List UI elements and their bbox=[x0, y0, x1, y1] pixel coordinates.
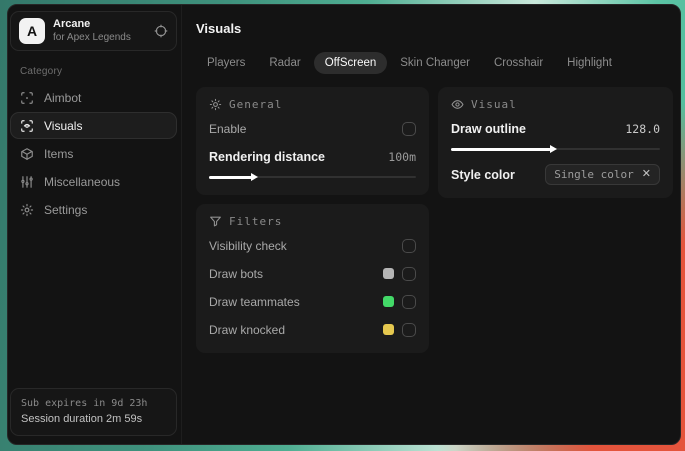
tab-players[interactable]: Players bbox=[196, 52, 256, 74]
draw-teammates-checkbox[interactable] bbox=[402, 294, 416, 309]
rendering-distance-label: Rendering distance bbox=[209, 149, 325, 164]
scan-dot-icon bbox=[20, 91, 34, 105]
filters-panel-title: Filters bbox=[229, 215, 283, 228]
draw-teammates-color-swatch[interactable] bbox=[383, 296, 394, 307]
scan-eye-icon bbox=[20, 119, 34, 133]
rendering-distance-value: 100m bbox=[388, 149, 416, 164]
app-window: A Arcane for Apex Legends Category Aimbo… bbox=[7, 4, 681, 445]
visibility-check-checkbox[interactable] bbox=[402, 238, 416, 253]
sidebar-item-label: Items bbox=[44, 146, 74, 161]
draw-bots-label: Draw bots bbox=[209, 266, 264, 281]
crosshair-target-icon[interactable] bbox=[154, 24, 168, 38]
sidebar-item-label: Visuals bbox=[44, 118, 83, 133]
tab-skin-changer[interactable]: Skin Changer bbox=[389, 52, 481, 74]
app-header-card: A Arcane for Apex Legends bbox=[10, 11, 177, 52]
sidebar-item-label: Miscellaneous bbox=[44, 174, 121, 189]
visibility-check-label: Visibility check bbox=[209, 238, 287, 253]
tab-offscreen[interactable]: OffScreen bbox=[313, 52, 388, 74]
tab-bar: Players Radar OffScreen Skin Changer Cro… bbox=[196, 52, 673, 74]
sidebar-item-label: Aimbot bbox=[44, 90, 82, 105]
sliders-icon bbox=[20, 175, 34, 189]
draw-bots-color-swatch[interactable] bbox=[383, 268, 394, 279]
general-panel: General Enable Rendering distance 100m bbox=[196, 87, 429, 195]
style-color-label: Style color bbox=[451, 167, 515, 182]
cube-icon bbox=[20, 147, 34, 161]
funnel-icon bbox=[209, 215, 222, 228]
sidebar-item-aimbot[interactable]: Aimbot bbox=[10, 84, 177, 111]
app-logo: A bbox=[19, 18, 45, 45]
draw-outline-value: 128.0 bbox=[625, 121, 660, 136]
filter-row: Draw knocked bbox=[209, 319, 416, 340]
session-duration-text: Session duration 2m 59s bbox=[21, 412, 143, 425]
app-name: Arcane bbox=[53, 18, 91, 30]
draw-teammates-label: Draw teammates bbox=[209, 294, 300, 309]
tab-highlight[interactable]: Highlight bbox=[556, 52, 623, 74]
slider-thumb[interactable] bbox=[451, 147, 552, 151]
slider-thumb[interactable] bbox=[209, 175, 253, 179]
category-label: Category bbox=[20, 66, 63, 78]
filter-row: Draw teammates bbox=[209, 291, 416, 312]
panels-grid: General Enable Rendering distance 100m F… bbox=[196, 87, 673, 353]
draw-outline-slider[interactable] bbox=[451, 144, 660, 154]
visual-panel: Visual Draw outline 128.0 Style color Si… bbox=[438, 87, 673, 198]
app-subtitle: for Apex Legends bbox=[53, 31, 131, 43]
style-color-select[interactable]: Single color ✕ bbox=[545, 164, 660, 185]
tab-crosshair[interactable]: Crosshair bbox=[483, 52, 554, 74]
sidebar-item-settings[interactable]: Settings bbox=[10, 196, 177, 223]
sidebar-item-items[interactable]: Items bbox=[10, 140, 177, 167]
enable-label: Enable bbox=[209, 121, 247, 136]
filter-row: Visibility check bbox=[209, 235, 416, 256]
subscription-info-card: Sub expires in 9d 23h Session duration 2… bbox=[10, 387, 177, 436]
draw-outline-label: Draw outline bbox=[451, 121, 527, 136]
main-content: Visuals Players Radar OffScreen Skin Cha… bbox=[181, 5, 680, 444]
draw-bots-checkbox[interactable] bbox=[402, 266, 416, 281]
sidebar-item-label: Settings bbox=[44, 202, 88, 217]
general-panel-title: General bbox=[229, 98, 283, 111]
visual-panel-title: Visual bbox=[471, 98, 517, 111]
tab-radar[interactable]: Radar bbox=[258, 52, 311, 74]
sidebar-item-miscellaneous[interactable]: Miscellaneous bbox=[10, 168, 177, 195]
enable-checkbox[interactable] bbox=[402, 121, 416, 136]
sub-expires-text: Sub expires in 9d 23h bbox=[21, 397, 148, 409]
gear-icon bbox=[20, 203, 34, 217]
filters-panel: Filters Visibility check Draw bots Draw … bbox=[196, 204, 429, 353]
page-title: Visuals bbox=[196, 21, 242, 36]
clear-selection-icon[interactable]: ✕ bbox=[642, 169, 651, 180]
eye-icon bbox=[451, 98, 464, 111]
sidebar: A Arcane for Apex Legends Category Aimbo… bbox=[8, 5, 181, 444]
filter-row: Draw bots bbox=[209, 263, 416, 284]
sun-icon bbox=[209, 98, 222, 111]
draw-knocked-checkbox[interactable] bbox=[402, 322, 416, 337]
draw-knocked-label: Draw knocked bbox=[209, 322, 286, 337]
sidebar-item-visuals[interactable]: Visuals bbox=[10, 112, 177, 140]
rendering-distance-slider[interactable] bbox=[209, 172, 416, 182]
draw-knocked-color-swatch[interactable] bbox=[383, 324, 394, 335]
style-color-selected-value: Single color bbox=[554, 168, 634, 181]
